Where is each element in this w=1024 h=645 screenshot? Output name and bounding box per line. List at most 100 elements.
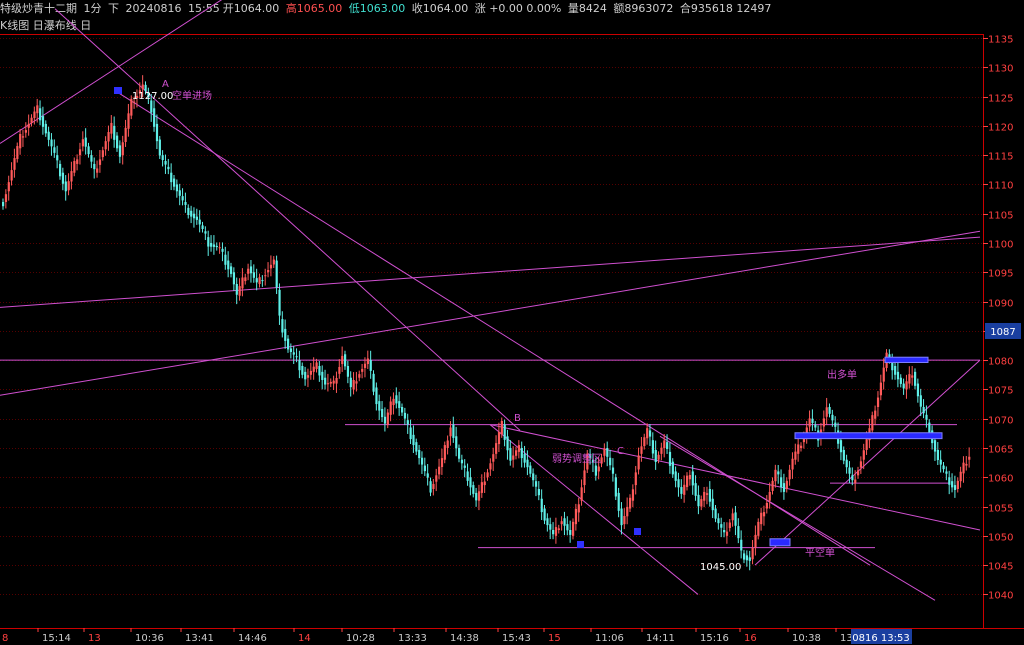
candle-body-38 (110, 122, 113, 134)
candle-body-168 (480, 482, 483, 493)
candle-body-224 (640, 446, 643, 454)
candle-body-106 (304, 371, 307, 380)
trend-line-9 (659, 435, 936, 601)
candle-body-128 (366, 358, 369, 365)
candle-body-131 (375, 387, 378, 405)
candle-body-228 (651, 440, 654, 454)
candle-body-266 (760, 512, 763, 525)
signal-box-2 (769, 538, 791, 547)
time-label-2: 13 (88, 633, 101, 644)
price-label-1075: 1075 (988, 386, 1013, 397)
candle-body-184 (526, 459, 529, 468)
candle-body-139 (398, 401, 401, 408)
candle-body-129 (369, 360, 372, 371)
candle-body-74 (212, 244, 216, 247)
candle-body-167 (477, 491, 481, 501)
time-label-1: 15:14 (42, 633, 71, 644)
candle-body-52 (150, 100, 153, 113)
candle-body-32 (93, 163, 96, 170)
candle-body-218 (623, 516, 626, 525)
candle-body-237 (677, 479, 680, 488)
candle-body-8 (24, 130, 27, 133)
candle-body-335 (956, 480, 959, 489)
candle-body-161 (460, 459, 464, 464)
candle-body-273 (780, 477, 783, 488)
candle-body-303 (865, 439, 868, 450)
candle-body-117 (335, 378, 338, 384)
price-label-1105: 1105 (988, 211, 1013, 222)
time-label-12: 11:06 (595, 633, 624, 644)
candle-body-97 (278, 289, 281, 316)
candle-body-95 (272, 259, 275, 265)
candle-body-12 (36, 105, 39, 114)
candle-body-275 (785, 480, 788, 489)
candle-body-121 (346, 366, 350, 377)
candle-body-255 (728, 522, 731, 529)
candle-body-112 (321, 371, 324, 380)
candle-body-291 (831, 414, 834, 421)
candle-body-333 (951, 481, 954, 488)
candle-body-135 (386, 412, 389, 425)
candle-body-307 (876, 397, 880, 407)
candle-body-59 (170, 172, 173, 183)
candle-body-66 (190, 210, 193, 217)
candle-body-153 (438, 466, 441, 475)
price-label-1070: 1070 (988, 416, 1013, 427)
candle-body-239 (683, 484, 686, 495)
time-label-4: 13:41 (185, 633, 214, 644)
candle-body-256 (731, 513, 734, 521)
candle-body-102 (292, 352, 295, 355)
candle-body-288 (822, 418, 825, 427)
marker-c-icon (634, 528, 641, 535)
candle-body-103 (295, 356, 298, 358)
candle-body-78 (224, 254, 227, 265)
candle-body-156 (446, 440, 449, 448)
candle-body-185 (529, 465, 532, 474)
price-label-1100: 1100 (988, 240, 1013, 251)
candle-body-98 (281, 319, 284, 333)
candle-body-1 (4, 194, 8, 202)
candle-body-55 (158, 139, 161, 156)
candle-body-277 (791, 458, 794, 470)
price-label-1130: 1130 (988, 64, 1013, 75)
candle-body-151 (432, 483, 435, 489)
candle-body-295 (842, 449, 845, 461)
candle-body-49 (141, 84, 144, 90)
candle-body-172 (492, 454, 495, 462)
candle-body-338 (965, 463, 968, 466)
candle-body-91 (261, 280, 264, 282)
candle-body-334 (953, 485, 957, 490)
time-axis: 8 15:14 13 10:36 13:41 14:46 14 10:28 13:33 14:38… (2, 628, 862, 644)
candle-body-298 (851, 475, 854, 481)
candle-body-170 (486, 472, 489, 478)
candle-body-17 (50, 139, 53, 147)
marker-b-icon (577, 541, 584, 548)
candle-body-331 (945, 471, 948, 474)
candle-body-14 (41, 116, 45, 127)
candle-body-244 (697, 494, 700, 507)
candle-body-183 (523, 453, 526, 463)
candle-body-72 (207, 237, 210, 247)
signal-box-0 (794, 432, 943, 440)
candle-body-201 (574, 508, 578, 525)
candle-body-280 (800, 445, 803, 448)
candle-body-36 (104, 141, 107, 150)
candle-body-147 (420, 457, 424, 465)
candle-body-84 (241, 277, 244, 289)
candle-body-24 (70, 171, 73, 182)
price-label-1095: 1095 (988, 269, 1013, 280)
candle-body-246 (703, 491, 706, 501)
candle-body-316 (902, 383, 905, 389)
candle-body-197 (563, 518, 566, 526)
candle-body-73 (210, 243, 213, 247)
candle-body-259 (740, 539, 743, 551)
candle-body-114 (326, 383, 330, 385)
kline-chart[interactable]: 1135 1130 1125 1120 1115 1110 1105 1100 1095 1090… (0, 0, 1024, 645)
candle-body-174 (497, 432, 501, 445)
candle-body-43 (124, 127, 127, 142)
candle-body-233 (666, 442, 669, 449)
candle-body-123 (352, 380, 355, 390)
candle-body-142 (406, 420, 409, 425)
candle-body-284 (811, 418, 814, 423)
price-label-1060: 1060 (988, 474, 1013, 485)
